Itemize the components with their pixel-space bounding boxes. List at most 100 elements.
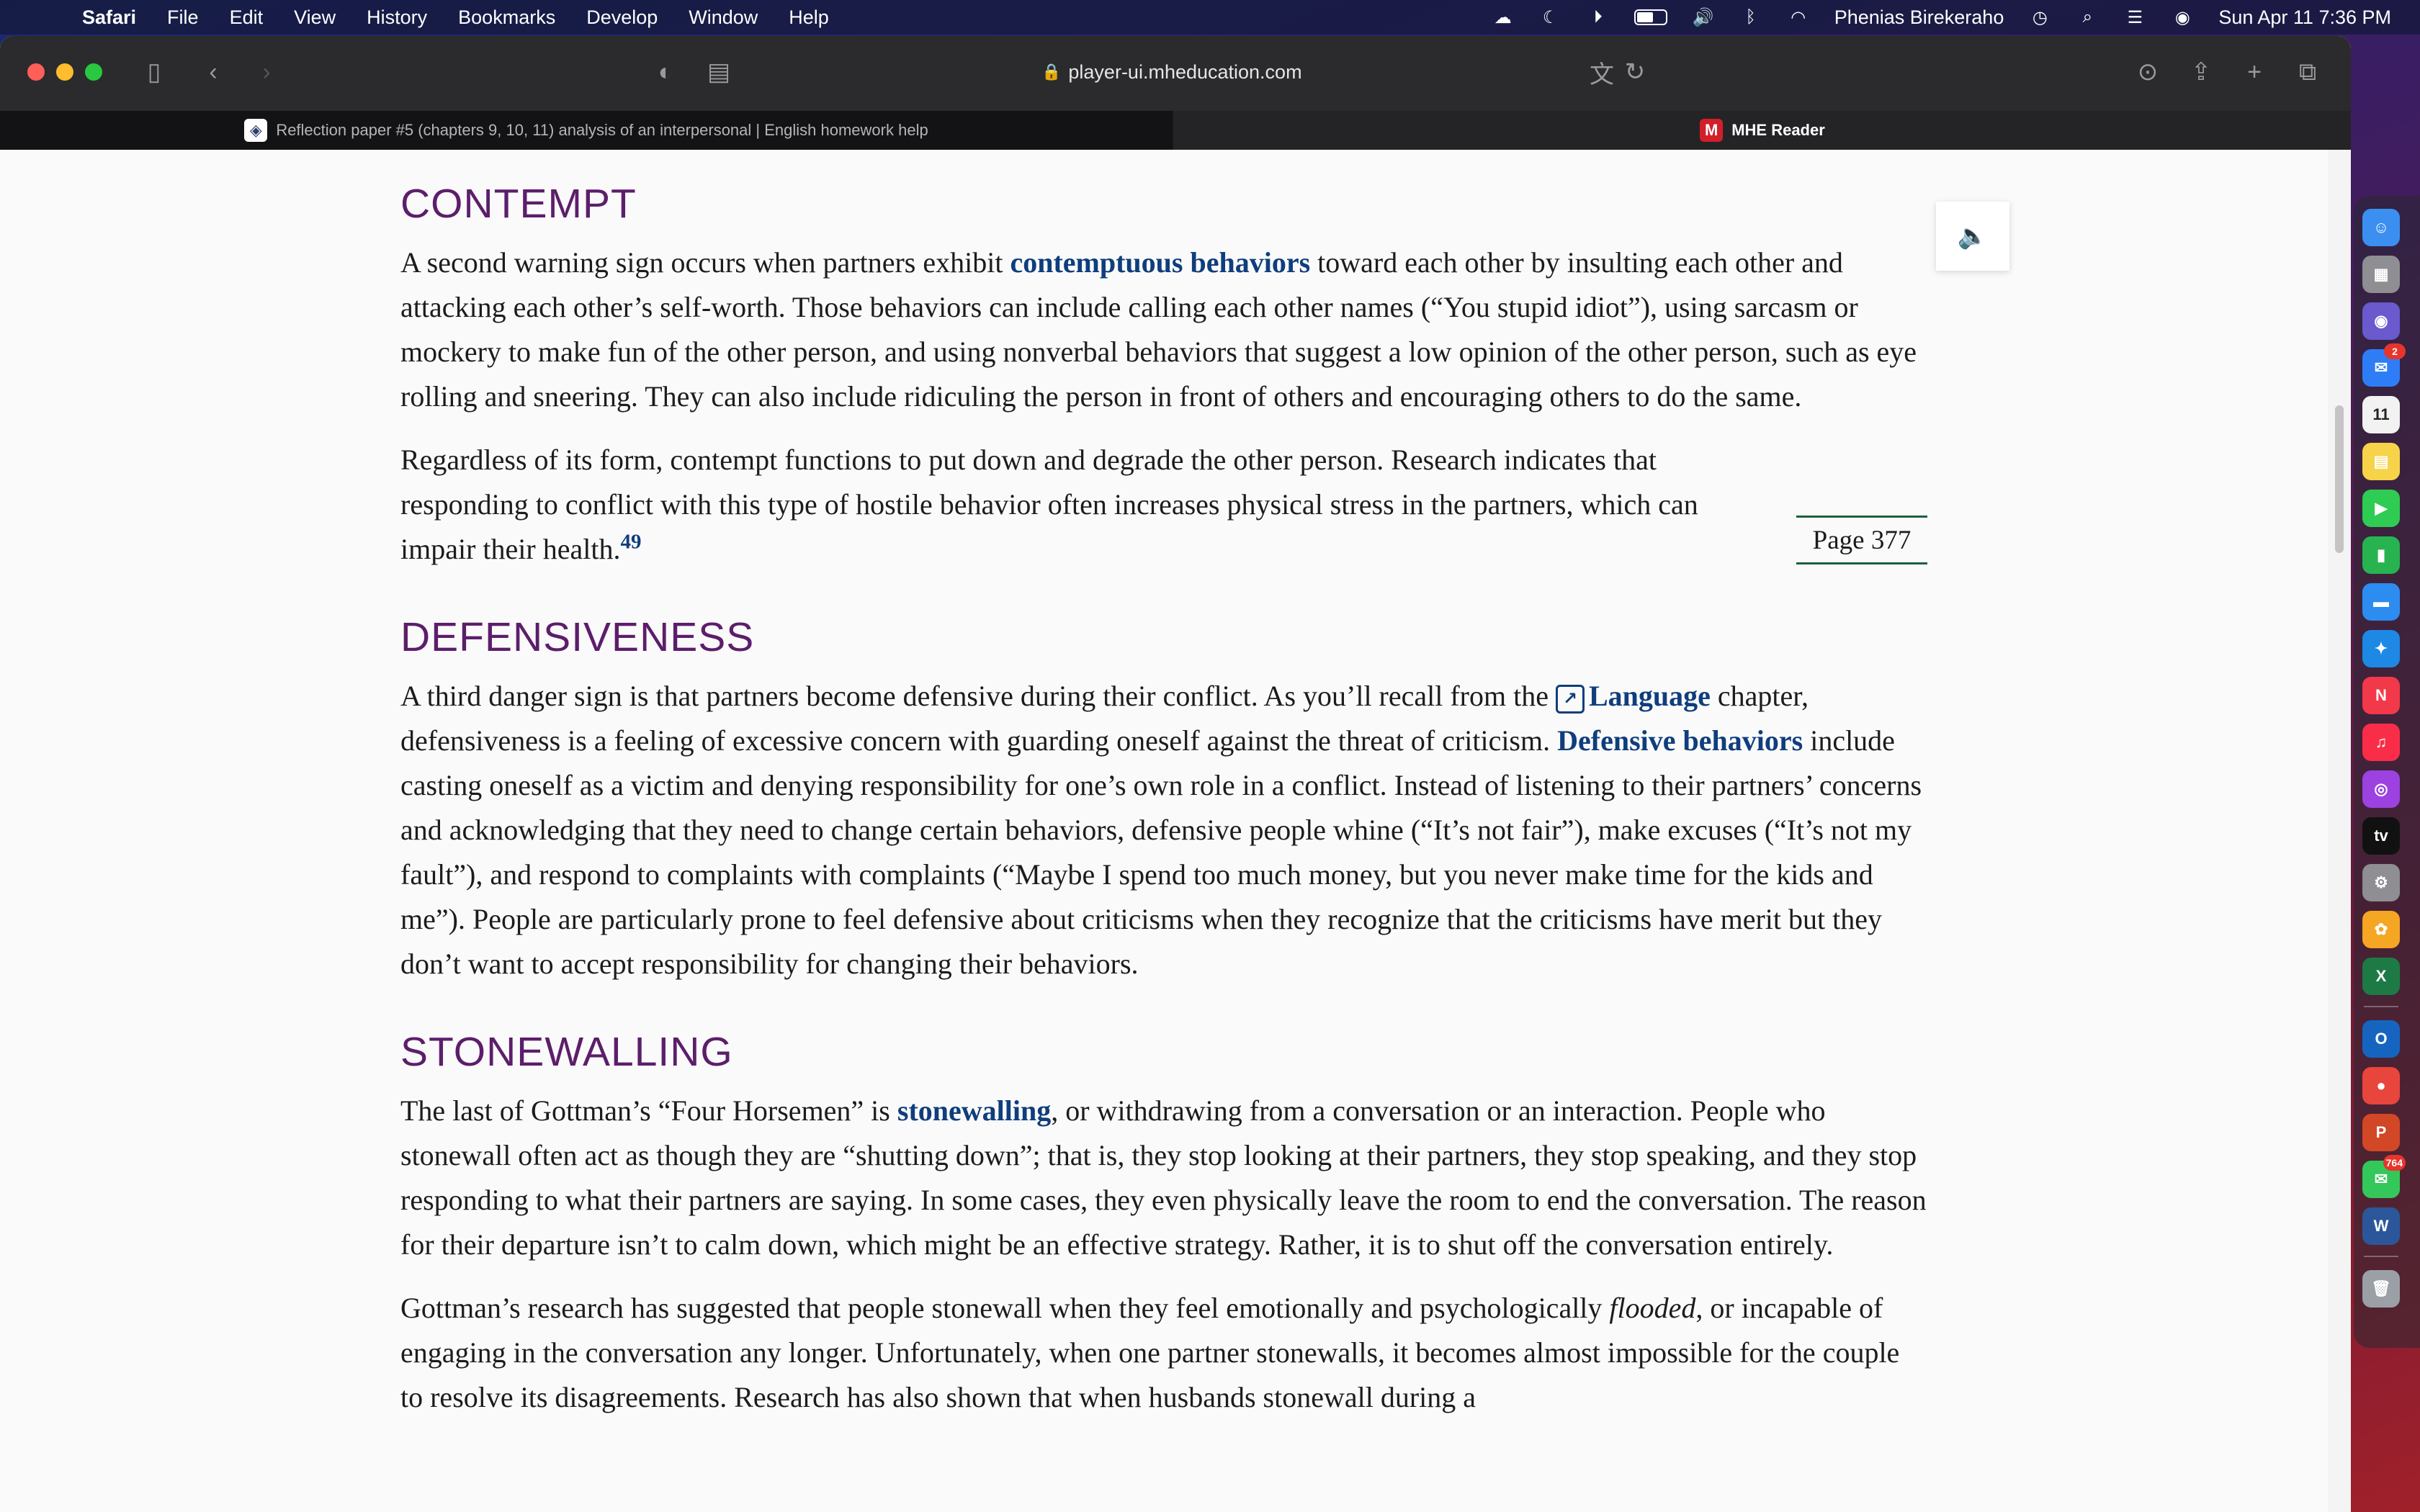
dock-mail-icon[interactable]: ✉ 2	[2362, 343, 2406, 387]
lock-icon: 🔒	[1041, 63, 1062, 81]
privacy-shield-icon[interactable]: ◐	[653, 58, 678, 86]
dock-trash-icon[interactable]: 🗑	[2362, 1270, 2400, 1308]
menu-window[interactable]: Window	[689, 6, 758, 29]
share-icon[interactable]: ⇪	[2187, 58, 2215, 86]
dock-news-icon[interactable]: N	[2362, 677, 2400, 714]
dock-badge: 2	[2384, 343, 2406, 359]
paragraph: Gottman’s research has suggested that pe…	[400, 1286, 1927, 1420]
mhe-favicon-icon: M	[1700, 119, 1724, 142]
zoom-window-button[interactable]	[85, 63, 102, 81]
tab-mhe-reader[interactable]: M MHE Reader	[1174, 111, 2351, 150]
page-scrollbar[interactable]	[2328, 150, 2351, 1512]
dock-apple-tv-icon[interactable]: tv	[2362, 817, 2400, 855]
dock-keynote-icon[interactable]: ▬	[2362, 583, 2400, 621]
tab-reflection-paper[interactable]: ◈ Reflection paper #5 (chapters 9, 10, 1…	[0, 111, 1173, 150]
dock-calendar-icon[interactable]: 11	[2362, 396, 2400, 433]
menu-datetime[interactable]: Sun Apr 11 7:36 PM	[2218, 6, 2391, 29]
dock: ☺ ▦ ◉ ✉ 2 11 ▤ ▶ ▮ ▬ ✦ N ♫ ◎ tv ⚙ ✿ X O ● P ✉ 764 W 🗑	[2354, 196, 2420, 1348]
minimize-window-button[interactable]	[56, 63, 73, 81]
glossary-term-link[interactable]: stonewalling	[897, 1094, 1051, 1127]
dock-finder-icon[interactable]: ☺	[2362, 209, 2400, 246]
paragraph: A second warning sign occurs when partne…	[400, 240, 1927, 419]
menu-help[interactable]: Help	[789, 6, 829, 29]
reader-content: 🔈 Page 377 CONTEMPT A second warning sig…	[0, 150, 2328, 1512]
menu-view[interactable]: View	[294, 6, 336, 29]
chapter-link-label: Language	[1588, 680, 1711, 712]
dock-numbers-icon[interactable]: ▮	[2362, 536, 2400, 574]
dock-launchpad-icon[interactable]: ▦	[2362, 256, 2400, 293]
downloads-icon[interactable]: ⊙	[2133, 58, 2162, 86]
reload-icon[interactable]: ↻	[1622, 58, 1648, 86]
menu-develop[interactable]: Develop	[586, 6, 658, 29]
glossary-term-link[interactable]: contemptuous behaviors	[1010, 246, 1310, 279]
dock-music-icon[interactable]: ♫	[2362, 724, 2400, 761]
dock-siri-icon[interactable]: ◉	[2362, 302, 2400, 340]
menu-app-name[interactable]: Safari	[82, 6, 136, 29]
dock-notes-icon[interactable]: ▤	[2362, 443, 2400, 480]
translate-icon[interactable]: 文	[1587, 58, 1616, 89]
tab-bar: ◈ Reflection paper #5 (chapters 9, 10, 1…	[0, 111, 2351, 150]
dock-safari-icon[interactable]: ✦	[2362, 630, 2400, 667]
creative-cloud-icon[interactable]: ☁	[1492, 8, 1515, 27]
safari-window: ▯ ‹ › ◐ ▤ 🔒 player-ui.mheducation.com 文 …	[0, 36, 2351, 1512]
menu-edit[interactable]: Edit	[230, 6, 264, 29]
chapter-link[interactable]: ↗ Language	[1555, 680, 1711, 714]
moon-icon[interactable]: ☾	[1539, 8, 1562, 27]
sidebar-toggle-icon[interactable]: ▯	[138, 58, 170, 86]
siri-icon[interactable]: ◉	[2171, 8, 2194, 27]
external-link-icon: ↗	[1555, 685, 1585, 714]
dock-podcasts-icon[interactable]: ◎	[2362, 770, 2400, 808]
spotlight-search-icon[interactable]: ⌕	[2076, 7, 2099, 27]
back-icon[interactable]: ‹	[200, 58, 226, 86]
dock-excel-icon[interactable]: X	[2362, 958, 2400, 995]
battery-icon[interactable]	[1634, 9, 1667, 25]
site-favicon-icon: ◈	[244, 119, 268, 142]
paragraph-text: Gottman’s research has suggested that pe…	[400, 1292, 1610, 1324]
dock-outlook-icon[interactable]: O	[2362, 1020, 2400, 1058]
dock-powerpoint-icon[interactable]: P	[2362, 1114, 2400, 1151]
tab-label: MHE Reader	[1731, 121, 1825, 139]
paragraph: A third danger sign is that partners bec…	[400, 674, 1927, 986]
glossary-term-link[interactable]: Defensive behaviors	[1557, 724, 1803, 757]
close-window-button[interactable]	[27, 63, 45, 81]
paragraph: The last of Gottman’s “Four Horsemen” is…	[400, 1089, 1927, 1267]
menu-bar: Safari File Edit View History Bookmarks …	[0, 0, 2420, 35]
dock-system-preferences-icon[interactable]: ⚙	[2362, 864, 2400, 901]
section-heading-contempt: CONTEMPT	[400, 181, 637, 227]
paragraph-text: Regardless of its form, contempt functio…	[400, 444, 1698, 565]
reader-icon[interactable]: ▤	[706, 58, 732, 86]
forward-icon[interactable]: ›	[254, 58, 279, 86]
address-bar[interactable]: 🔒 player-ui.mheducation.com	[1041, 58, 1344, 86]
dock-word-icon[interactable]: W	[2362, 1207, 2400, 1245]
dock-chrome-icon[interactable]: ●	[2362, 1067, 2400, 1104]
section-heading-stonewalling: STONEWALLING	[400, 1029, 733, 1075]
bluetooth-icon[interactable]: ᛒ	[1739, 7, 1762, 27]
new-tab-icon[interactable]: +	[2240, 58, 2269, 86]
dock-facetime-icon[interactable]: ▶	[2362, 490, 2400, 527]
menu-history[interactable]: History	[367, 6, 427, 29]
dock-separator	[2364, 1256, 2398, 1257]
dock-photos-icon[interactable]: ✿	[2362, 911, 2400, 948]
menu-bookmarks[interactable]: Bookmarks	[458, 6, 555, 29]
paragraph-text: A second warning sign occurs when partne…	[400, 246, 1010, 279]
menu-file[interactable]: File	[167, 6, 199, 29]
scrollbar-thumb[interactable]	[2335, 405, 2344, 553]
volume-icon[interactable]: 🔊	[1692, 8, 1715, 27]
menu-user-name[interactable]: Phenias Birekeraho	[1834, 6, 2004, 29]
dock-messages-icon[interactable]: ✉ 764	[2362, 1155, 2406, 1198]
paragraph: Regardless of its form, contempt functio…	[400, 438, 1780, 572]
paragraph-text: A third danger sign is that partners bec…	[400, 680, 1556, 712]
browser-toolbar: ▯ ‹ › ◐ ▤ 🔒 player-ui.mheducation.com 文 …	[0, 36, 2351, 111]
section-heading-defensiveness: DEFENSIVENESS	[400, 614, 755, 660]
emphasis-text: flooded	[1609, 1292, 1696, 1324]
footnote-link[interactable]: 49	[620, 531, 641, 554]
address-url: player-ui.mheducation.com	[1068, 60, 1302, 83]
audio-speaker-icon[interactable]: 🔈	[1936, 202, 2009, 271]
wifi-icon[interactable]: ◠	[1787, 8, 1810, 27]
play-icon[interactable]: ⏵	[1587, 7, 1610, 27]
control-center-icon[interactable]: ☰	[2123, 8, 2146, 27]
tab-overview-icon[interactable]: ⧉	[2293, 58, 2322, 86]
paragraph-text: include casting oneself as a victim and …	[400, 724, 1922, 980]
time-machine-icon[interactable]: ◷	[2028, 8, 2051, 27]
dock-separator	[2364, 1006, 2398, 1007]
